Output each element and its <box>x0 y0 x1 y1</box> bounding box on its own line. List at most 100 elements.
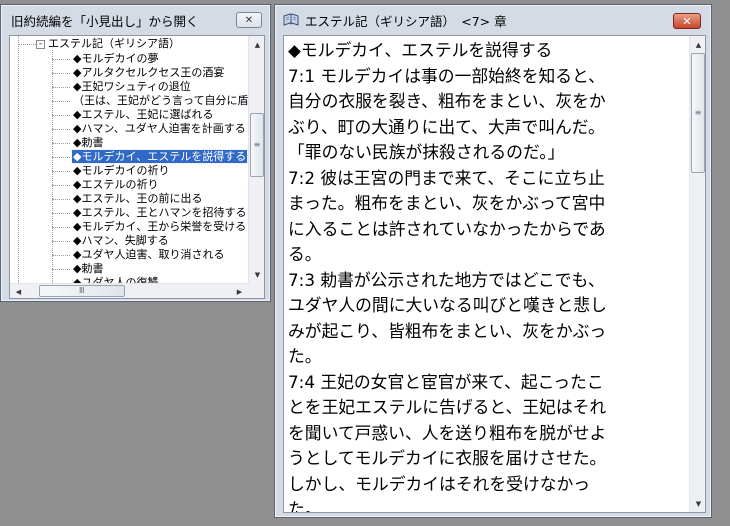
scroll-up-button[interactable]: ▲ <box>690 36 705 53</box>
grip-icon: ≡ <box>694 108 702 117</box>
tree-item-label: ◆ユダヤ人の復讐 <box>73 276 159 283</box>
tree-line <box>52 227 70 228</box>
scrollbar-corner <box>248 283 264 298</box>
tree-item-label: （王は、王妃がどう言って自分に盾つい <box>73 94 248 107</box>
chapter-text-window-close-button[interactable]: ✕ <box>673 13 701 29</box>
tree-item-label: ◆エステル、王とハマンを招待する <box>73 206 247 219</box>
text-vertical-scrollbar[interactable]: ▲ ≡ ▼ <box>689 36 705 512</box>
tree-vertical-scroll-thumb[interactable]: ≡ <box>250 112 264 177</box>
tree-line <box>52 101 70 102</box>
tree-line <box>52 87 70 88</box>
tree-line <box>18 36 19 283</box>
tree-line <box>52 269 70 270</box>
tree-item[interactable]: ◆ハマン、失脚する <box>52 234 170 248</box>
tree-collapse-toggle[interactable]: - <box>36 40 45 49</box>
text-line: ぶり、町の大通りに出て、大声で叫んだ。 <box>288 116 605 137</box>
tree-item-label: ◆モルデカイ、王から栄誉を受ける <box>73 220 247 233</box>
chapter-text-area[interactable]: ◆モルデカイ、エステルを説得する 7:1 モルデカイは事の一部始終を知ると、 自分… <box>283 35 706 513</box>
tree-item-label: ◆勅書 <box>73 136 104 149</box>
tree-item[interactable]: ◆勅書 <box>52 136 104 150</box>
chapter-text-window-title: エステル記（ギリシア語） <7> 章 <box>305 13 507 29</box>
text-line: 7:2 彼は王宮の門まで来て、そこに立ち止 <box>288 167 605 188</box>
text-line: ◆モルデカイ、エステルを説得する <box>288 40 553 60</box>
scroll-right-button[interactable]: ▶ <box>231 284 248 298</box>
chevron-right-icon: ▶ <box>236 287 243 296</box>
tree-item[interactable]: ◆エステル、王妃に選ばれる <box>52 108 214 122</box>
text-line: 7:1 モルデカイは事の一部始終を知ると、 <box>288 65 605 86</box>
tree-line <box>52 213 70 214</box>
tree-horizontal-scrollbar[interactable]: ◀ Ⅲ ▶ <box>10 283 248 298</box>
scroll-down-button[interactable]: ▼ <box>690 495 705 512</box>
tree-vertical-scrollbar[interactable]: ▲ ≡ ▼ <box>248 36 264 283</box>
chevron-down-icon: ▼ <box>254 270 261 279</box>
tree-item[interactable]: ◆エステル、王の前に出る <box>52 192 203 206</box>
text-line: た。 <box>288 346 322 366</box>
text-line: みが起こり、皆粗布をまとい、灰をかぶっ <box>288 320 607 341</box>
tree-line <box>52 255 70 256</box>
text-line: まった。粗布をまとい、灰をかぶって宮中 <box>288 193 606 213</box>
tree-item[interactable]: ◆ハマン、ユダヤ人迫害を計画する <box>52 122 247 136</box>
tree-line <box>52 59 70 60</box>
tree-item-label: ◆エステル、王妃に選ばれる <box>73 108 214 121</box>
tree-item-label: ◆勅書 <box>73 262 104 275</box>
tree-line <box>52 171 70 172</box>
tree-item[interactable]: （王は、王妃がどう言って自分に盾つい <box>52 94 248 108</box>
tree-line <box>52 157 70 158</box>
tree-item[interactable]: ◆モルデカイの祈り <box>52 164 170 178</box>
chapter-text-window: エステル記（ギリシア語） <7> 章 ✕ ◆モルデカイ、エステルを説得する 7:… <box>274 4 712 518</box>
scroll-left-button[interactable]: ◀ <box>10 284 27 298</box>
scroll-down-button[interactable]: ▼ <box>249 266 264 283</box>
text-line: 「罪のない民族が抹殺されるのだ。」 <box>288 142 565 162</box>
tree-item-label: ◆モルデカイ、エステルを説得する <box>70 149 248 164</box>
tree-item-label: ◆ハマン、ユダヤ人迫害を計画する <box>73 122 246 135</box>
tree-item[interactable]: ◆王妃ワシュティの退位 <box>52 80 192 94</box>
tree-item[interactable]: ◆アルタクセルクセス王の酒宴 <box>52 66 225 80</box>
grip-icon: Ⅲ <box>79 286 85 295</box>
text-line: ユダヤ人の間に大いなる叫びと嘆きと悲し <box>288 295 607 315</box>
tree-content: - エステル記（ギリシア語） ◆モルデカイの夢 ◆アルタクセルクセス王の酒宴 ◆王妃… <box>10 36 248 283</box>
text-vertical-scroll-thumb[interactable]: ≡ <box>691 53 705 173</box>
tree-item-label: ◆モルデカイの祈り <box>73 164 170 177</box>
tree-line <box>52 199 70 200</box>
tree-line <box>52 115 70 116</box>
text-line: うとしてモルデカイに衣服を届けさせた。 <box>288 448 607 468</box>
text-line: に入ることは許されていなかったからであ <box>288 218 606 239</box>
close-icon: ✕ <box>682 14 692 28</box>
tree-item-label: ◆ハマン、失脚する <box>73 234 169 247</box>
tree-item[interactable]: ◆勅書 <box>52 262 104 276</box>
book-icon <box>283 13 299 26</box>
tree-item[interactable]: ◆ユダヤ人の復讐 <box>72 276 159 283</box>
text-line: 自分の衣服を裂き、粗布をまとい、灰をか <box>288 91 606 111</box>
tree-item[interactable]: ◆エステルの祈り <box>52 178 159 192</box>
subheading-window-close-button[interactable]: ✕ <box>236 12 262 28</box>
tree-line <box>18 44 36 45</box>
tree-item-label: ◆モルデカイの夢 <box>73 52 159 65</box>
chevron-left-icon: ◀ <box>15 287 22 296</box>
tree-line <box>52 143 70 144</box>
text-line: る。 <box>288 244 322 264</box>
chapter-text-window-titlebar[interactable]: エステル記（ギリシア語） <7> 章 ✕ <box>279 9 707 31</box>
tree-line <box>52 185 70 186</box>
scroll-up-button[interactable]: ▲ <box>249 36 264 53</box>
text-line: とを王妃エステルに告げると、王妃はそれ <box>288 397 607 417</box>
chevron-down-icon: ▼ <box>695 499 702 508</box>
tree-line <box>52 73 70 74</box>
tree-item[interactable]: ◆ユダヤ人迫害、取り消される <box>52 248 225 262</box>
tree-item[interactable]: ◆モルデカイ、王から栄誉を受ける <box>52 220 247 234</box>
chevron-up-icon: ▲ <box>254 40 261 49</box>
subheading-window: 旧約続編を「小見出し」から開く ✕ - エステル記（ギリシア語） ◆モルデカイの… <box>0 4 271 302</box>
tree-item-label: ◆エステルの祈り <box>73 178 159 191</box>
tree-line <box>52 129 70 130</box>
tree-line <box>52 50 53 283</box>
tree-item[interactable]: ◆エステル、王とハマンを招待する <box>52 206 247 220</box>
tree-horizontal-scroll-thumb[interactable]: Ⅲ <box>38 285 125 297</box>
tree-item-label: ◆エステル、王の前に出る <box>73 192 203 205</box>
subheading-window-titlebar[interactable]: 旧約続編を「小見出し」から開く ✕ <box>5 9 266 31</box>
text-line: を聞いて戸惑い、人を送り粗布を脱がせよ <box>288 422 607 443</box>
tree-root-item[interactable]: エステル記（ギリシア語） <box>47 37 181 51</box>
chapter-text-content: ◆モルデカイ、エステルを説得する 7:1 モルデカイは事の一部始終を知ると、 自分… <box>288 38 686 512</box>
chevron-up-icon: ▲ <box>695 40 702 49</box>
tree-item[interactable]: ◆モルデカイの夢 <box>52 52 159 66</box>
subheading-tree[interactable]: - エステル記（ギリシア語） ◆モルデカイの夢 ◆アルタクセルクセス王の酒宴 ◆王妃… <box>9 35 265 299</box>
tree-item[interactable]: ◆モルデカイ、エステルを説得する <box>52 149 248 164</box>
